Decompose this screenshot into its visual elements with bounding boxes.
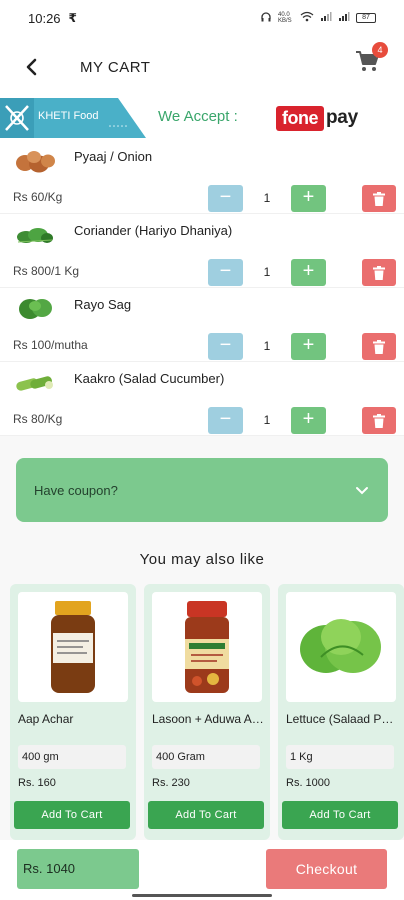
item-name: Kaakro (Salad Cucumber) bbox=[74, 371, 225, 386]
item-price: Rs 60/Kg bbox=[13, 190, 63, 204]
achar-jar-image bbox=[18, 592, 128, 702]
fonepay-logo: fone pay bbox=[276, 104, 358, 132]
data-speed-label: 40.0 KB/S bbox=[278, 12, 292, 24]
item-name: Pyaaj / Onion bbox=[74, 149, 153, 164]
variant-select[interactable]: 1 Kg bbox=[286, 745, 394, 769]
decrease-qty-button[interactable]: − bbox=[208, 259, 243, 286]
increase-qty-button[interactable]: + bbox=[291, 407, 326, 434]
cart-item: Rayo Sag Rs 100/mutha − 1 + bbox=[0, 288, 404, 362]
checkout-bar: Rs. 1040 Checkout bbox=[0, 840, 404, 900]
item-price: Rs 80/Kg bbox=[13, 412, 63, 426]
payment-banner: KHETI Food We Accept : fone pay bbox=[0, 98, 404, 138]
home-indicator[interactable] bbox=[132, 894, 272, 897]
recommendations-title: You may also like bbox=[139, 551, 265, 568]
qty-value: 1 bbox=[263, 413, 271, 427]
qty-value: 1 bbox=[263, 191, 271, 205]
fonepay-fone-text: fone bbox=[276, 105, 324, 131]
back-button[interactable] bbox=[18, 53, 46, 81]
accept-label: We Accept : bbox=[158, 108, 238, 125]
increase-qty-button[interactable]: + bbox=[291, 259, 326, 286]
product-card[interactable]: Aap Achar 400 gm Rs. 160 Add To Cart bbox=[10, 584, 136, 840]
delete-item-button[interactable] bbox=[362, 407, 396, 434]
coriander-image bbox=[14, 220, 56, 250]
chevron-down-icon bbox=[356, 487, 368, 495]
lettuce-image bbox=[286, 592, 396, 702]
cucumber-image bbox=[14, 368, 56, 398]
product-name: Lasoon + Aduwa Achar bbox=[152, 712, 264, 726]
delete-item-button[interactable] bbox=[362, 259, 396, 286]
product-price: Rs. 230 bbox=[152, 777, 190, 789]
recommended-products[interactable]: Aap Achar 400 gm Rs. 160 Add To Cart Las… bbox=[10, 584, 404, 840]
decrease-qty-button[interactable]: − bbox=[208, 407, 243, 434]
add-to-cart-button[interactable]: Add To Cart bbox=[14, 801, 130, 829]
qty-value: 1 bbox=[263, 339, 271, 353]
product-card[interactable]: Lettuce (Salaad Patta) 1 Kg Rs. 1000 Add… bbox=[278, 584, 404, 840]
cart-button[interactable]: 4 bbox=[354, 42, 388, 76]
item-price: Rs 800/1 Kg bbox=[13, 264, 80, 278]
signal-icon-2 bbox=[338, 11, 350, 25]
decrease-qty-button[interactable]: − bbox=[208, 333, 243, 360]
kheti-food-logo: KHETI Food bbox=[0, 98, 146, 138]
app-header: MY CART 4 bbox=[0, 36, 404, 98]
wifi-icon bbox=[300, 11, 314, 25]
item-name: Rayo Sag bbox=[74, 297, 132, 312]
increase-qty-button[interactable]: + bbox=[291, 185, 326, 212]
product-card[interactable]: Lasoon + Aduwa Achar 400 Gram Rs. 230 Ad… bbox=[144, 584, 270, 840]
cart-total: Rs. 1040 bbox=[17, 849, 139, 889]
cart-item: Pyaaj / Onion Rs 60/Kg − 1 + bbox=[0, 140, 404, 214]
item-price: Rs 100/mutha bbox=[13, 338, 88, 352]
signal-icon bbox=[320, 11, 332, 25]
product-price: Rs. 160 bbox=[18, 777, 56, 789]
cart-list: Pyaaj / Onion Rs 60/Kg − 1 + Coriander (… bbox=[0, 140, 404, 436]
cart-item: Coriander (Hariyo Dhaniya) Rs 800/1 Kg −… bbox=[0, 214, 404, 288]
decrease-qty-button[interactable]: − bbox=[208, 185, 243, 212]
item-name: Coriander (Hariyo Dhaniya) bbox=[74, 223, 233, 238]
headphones-icon bbox=[260, 11, 272, 26]
onion-image bbox=[14, 146, 56, 176]
rayo-sag-image bbox=[14, 294, 56, 324]
cart-count-badge: 4 bbox=[372, 42, 388, 58]
rupee-notification-icon: ₹ bbox=[68, 11, 77, 25]
delete-item-button[interactable] bbox=[362, 185, 396, 212]
variant-select[interactable]: 400 gm bbox=[18, 745, 126, 769]
trash-icon bbox=[373, 191, 385, 206]
product-price: Rs. 1000 bbox=[286, 777, 331, 789]
brand-label: KHETI Food bbox=[38, 110, 99, 122]
product-name: Lettuce (Salaad Patta) bbox=[286, 712, 398, 726]
battery-icon: 87 bbox=[356, 13, 376, 23]
trash-icon bbox=[373, 413, 385, 428]
arrow-left-icon bbox=[26, 58, 37, 76]
status-time: 10:26 bbox=[28, 10, 61, 26]
product-name: Aap Achar bbox=[18, 712, 74, 726]
add-to-cart-button[interactable]: Add To Cart bbox=[148, 801, 264, 829]
delete-item-button[interactable] bbox=[362, 333, 396, 360]
page-title: MY CART bbox=[80, 58, 151, 76]
coupon-toggle[interactable]: Have coupon? bbox=[16, 458, 388, 522]
trash-icon bbox=[373, 265, 385, 280]
add-to-cart-button[interactable]: Add To Cart bbox=[282, 801, 398, 829]
status-icons: 40.0 KB/S 87 bbox=[260, 11, 376, 26]
qty-value: 1 bbox=[263, 265, 271, 279]
variant-select[interactable]: 400 Gram bbox=[152, 745, 260, 769]
increase-qty-button[interactable]: + bbox=[291, 333, 326, 360]
coupon-label: Have coupon? bbox=[34, 482, 118, 498]
lasoon-achar-jar-image bbox=[152, 592, 262, 702]
trash-icon bbox=[373, 339, 385, 354]
status-bar: 10:26 ₹ 40.0 KB/S 87 bbox=[0, 0, 404, 36]
fonepay-pay-text: pay bbox=[326, 107, 358, 128]
checkout-button[interactable]: Checkout bbox=[266, 849, 387, 889]
cart-item: Kaakro (Salad Cucumber) Rs 80/Kg − 1 + bbox=[0, 362, 404, 436]
